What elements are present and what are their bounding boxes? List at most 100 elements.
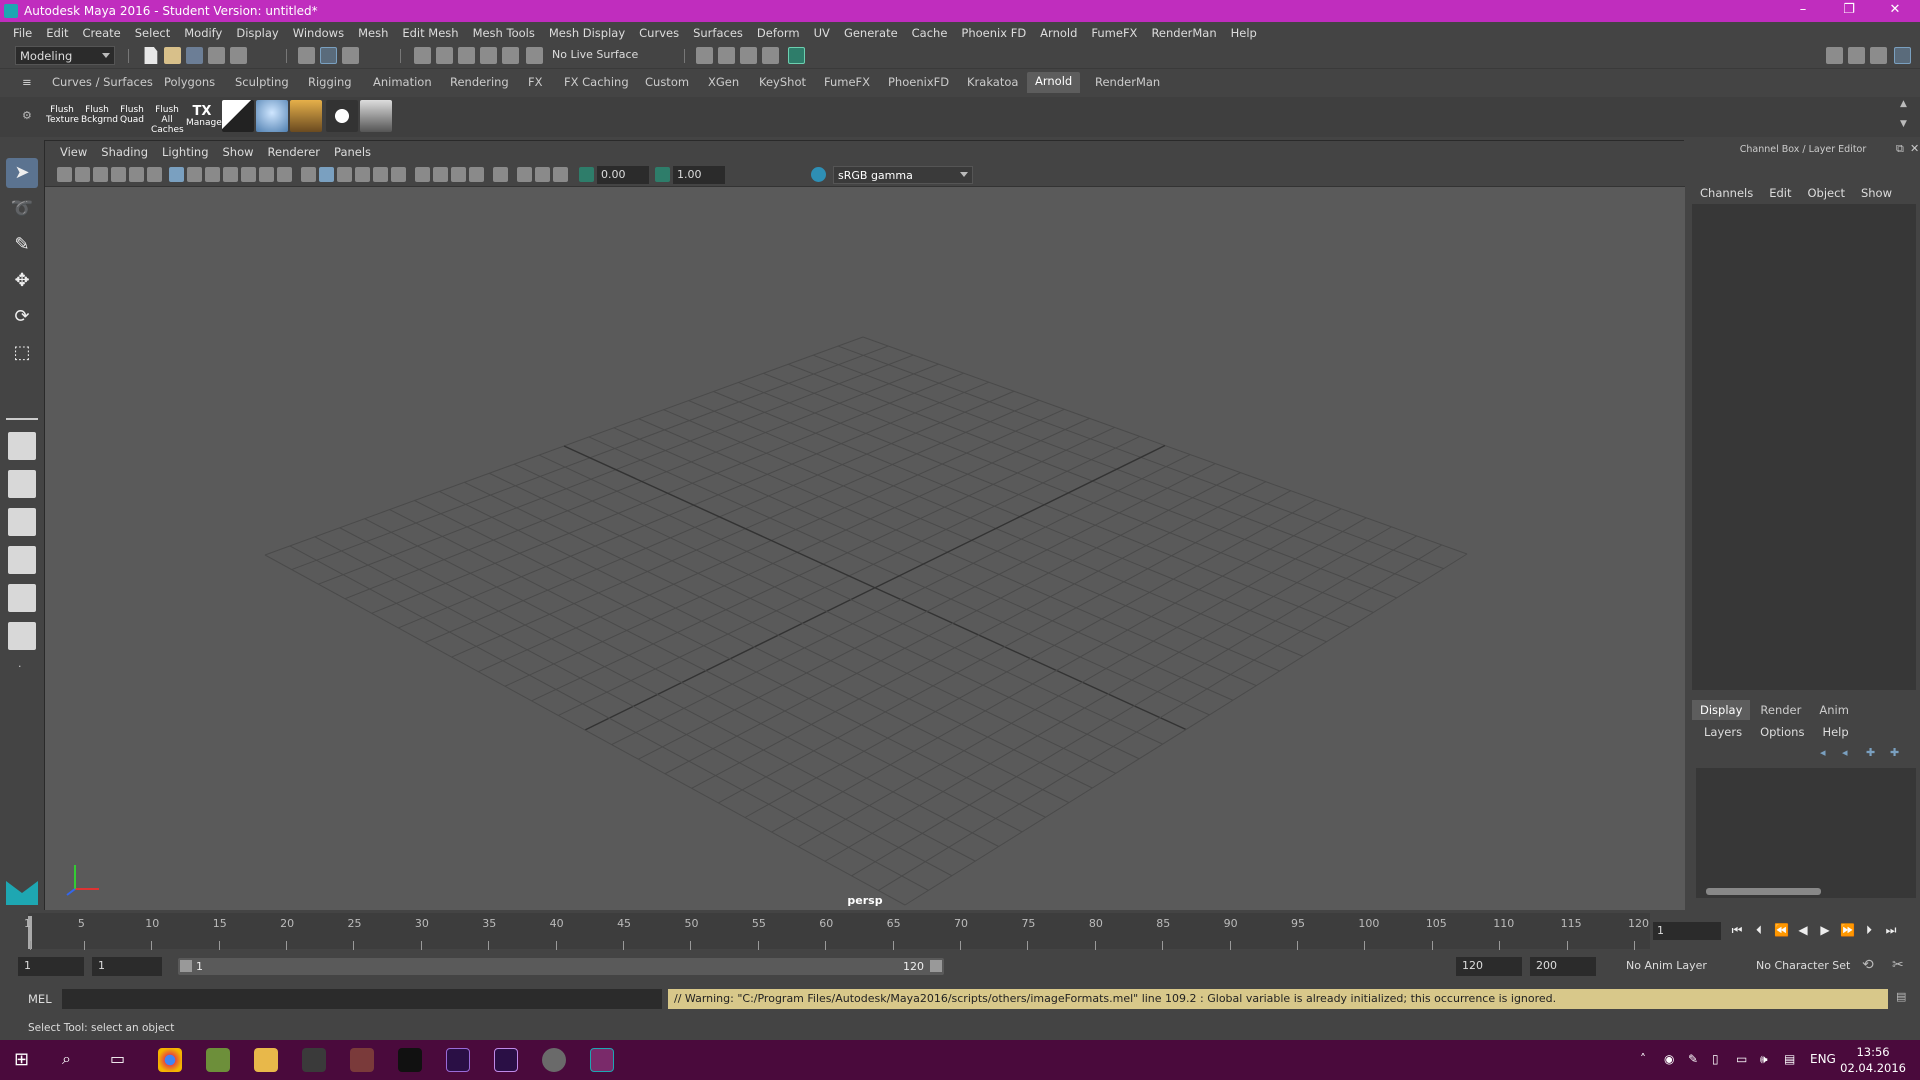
film-gate-icon[interactable]	[187, 167, 202, 182]
select-hierarchy-icon[interactable]	[298, 47, 315, 64]
flush-background-button[interactable]: Flush Bckgrnd	[81, 100, 118, 132]
physical-sky-icon[interactable]	[360, 100, 392, 132]
panel-menu-renderer[interactable]: Renderer	[261, 145, 328, 159]
bookmark-icon[interactable]	[93, 167, 108, 182]
range-start-handle[interactable]	[180, 960, 192, 972]
paint-select-tool-icon[interactable]: ✎	[6, 230, 38, 260]
skydome-light-icon[interactable]	[256, 100, 288, 132]
arnold-render-icon[interactable]	[788, 47, 805, 64]
new-scene-icon[interactable]	[144, 47, 158, 64]
anti-aliasing-icon[interactable]	[451, 167, 466, 182]
move-layer-up-icon[interactable]: ◂	[1820, 746, 1826, 759]
panel-menu-show[interactable]: Show	[216, 145, 261, 159]
menu-edit[interactable]: Edit	[1769, 186, 1791, 200]
shelf-scroll-down-icon[interactable]: ▼	[1900, 119, 1907, 129]
tray-app-icon[interactable]: ◉	[1664, 1052, 1674, 1066]
shelf-tab-fx[interactable]: FX	[528, 75, 543, 89]
terminal-icon[interactable]	[398, 1048, 422, 1072]
chrome-icon[interactable]	[158, 1048, 182, 1072]
xray-joints-icon[interactable]	[553, 167, 568, 182]
shelf-tab-renderman[interactable]: RenderMan	[1095, 75, 1160, 89]
shelf-tab-fx-caching[interactable]: FX Caching	[564, 75, 629, 89]
select-object-icon[interactable]	[320, 47, 337, 64]
menu-mesh[interactable]: Mesh	[351, 26, 395, 40]
maya-taskbar-icon[interactable]	[590, 1048, 614, 1072]
redo-icon[interactable]	[230, 47, 247, 64]
grid-toggle-icon[interactable]	[169, 167, 184, 182]
tab-display[interactable]: Display	[1692, 700, 1751, 720]
shelf-tab-sculpting[interactable]: Sculpting	[235, 75, 289, 89]
snap-point-icon[interactable]	[458, 47, 475, 64]
wireframe-on-shaded-icon[interactable]	[337, 167, 352, 182]
auto-key-icon[interactable]: ⟲	[1862, 957, 1874, 973]
screen-space-ao-icon[interactable]	[415, 167, 430, 182]
make-live-icon[interactable]	[526, 47, 543, 64]
modeling-toolkit-icon[interactable]	[1826, 47, 1843, 64]
menu-object[interactable]: Object	[1808, 186, 1845, 200]
search-icon[interactable]: ⌕	[62, 1049, 71, 1069]
ipr-render-icon[interactable]	[740, 47, 757, 64]
menu-deform[interactable]: Deform	[750, 26, 807, 40]
rotate-tool-icon[interactable]: ⟳	[6, 302, 38, 332]
menu-layers[interactable]: Layers	[1704, 725, 1742, 739]
menu-mesh-display[interactable]: Mesh Display	[542, 26, 632, 40]
app-icon[interactable]	[206, 1048, 230, 1072]
field-chart-icon[interactable]	[241, 167, 256, 182]
tool-settings-icon[interactable]	[1870, 47, 1887, 64]
menu-curves[interactable]: Curves	[632, 26, 686, 40]
script-editor-icon[interactable]: ▤	[1896, 990, 1906, 1003]
task-view-icon[interactable]: ▭	[110, 1049, 125, 1068]
panel-menu-lighting[interactable]: Lighting	[155, 145, 215, 159]
image-plane-icon[interactable]	[111, 167, 126, 182]
app-icon[interactable]	[302, 1048, 326, 1072]
shelf-tab-krakatoa[interactable]: Krakatoa	[967, 75, 1018, 89]
two-d-pan-icon[interactable]	[129, 167, 144, 182]
select-component-icon[interactable]	[342, 47, 359, 64]
channel-box-icon[interactable]	[1894, 47, 1911, 64]
exposure-field[interactable]: 0.00	[597, 166, 649, 184]
perspective-viewport[interactable]: persp	[45, 187, 1685, 911]
exposure-icon[interactable]	[579, 167, 594, 182]
step-back-key-icon[interactable]: ⏪	[1774, 923, 1789, 937]
float-icon[interactable]: ⧉	[1896, 142, 1904, 156]
menu-channels[interactable]: Channels	[1700, 186, 1753, 200]
panel-menu-panels[interactable]: Panels	[327, 145, 378, 159]
layer-list[interactable]	[1696, 768, 1916, 898]
color-management-icon[interactable]	[811, 167, 826, 182]
camera-attributes-icon[interactable]	[75, 167, 90, 182]
wireframe-icon[interactable]	[301, 167, 316, 182]
menu-mesh-tools[interactable]: Mesh Tools	[466, 26, 542, 40]
safe-title-icon[interactable]	[277, 167, 292, 182]
go-to-end-icon[interactable]: ⏭	[1884, 923, 1898, 937]
menu-renderman[interactable]: RenderMan	[1144, 26, 1223, 40]
move-tool-icon[interactable]: ✥	[6, 266, 38, 296]
camera-select-icon[interactable]	[57, 167, 72, 182]
flush-quad-button[interactable]: Flush Quad	[116, 100, 148, 132]
shadows-icon[interactable]	[391, 167, 406, 182]
play-backwards-icon[interactable]: ◀	[1796, 923, 1810, 937]
menu-phoenix-fd[interactable]: Phoenix FD	[954, 26, 1033, 40]
playback-end-field[interactable]: 120	[1456, 957, 1522, 976]
app-icon[interactable]	[542, 1048, 566, 1072]
new-layer-selected-icon[interactable]: ✚	[1890, 746, 1899, 759]
shelf-tab-animation[interactable]: Animation	[373, 75, 432, 89]
grease-pencil-icon[interactable]	[147, 167, 162, 182]
snap-curve-icon[interactable]	[436, 47, 453, 64]
depth-of-field-icon[interactable]	[469, 167, 484, 182]
menu-edit-mesh[interactable]: Edit Mesh	[395, 26, 465, 40]
menu-show[interactable]: Show	[1861, 186, 1892, 200]
channel-box-area[interactable]	[1692, 204, 1916, 690]
select-tool-icon[interactable]: ➤	[6, 158, 38, 188]
menu-generate[interactable]: Generate	[837, 26, 905, 40]
battery-icon[interactable]: ▯	[1712, 1052, 1719, 1066]
gamma-icon[interactable]	[655, 167, 670, 182]
persp-outliner-layout-icon[interactable]	[8, 508, 36, 536]
show-hidden-icons-icon[interactable]: ˄	[1640, 1052, 1646, 1066]
menu-display[interactable]: Display	[229, 26, 285, 40]
menu-select[interactable]: Select	[128, 26, 177, 40]
preferences-icon[interactable]: ✂	[1892, 957, 1904, 973]
textured-icon[interactable]	[355, 167, 370, 182]
menu-help[interactable]: Help	[1224, 26, 1264, 40]
undo-icon[interactable]	[208, 47, 225, 64]
snap-surface-icon[interactable]	[502, 47, 519, 64]
